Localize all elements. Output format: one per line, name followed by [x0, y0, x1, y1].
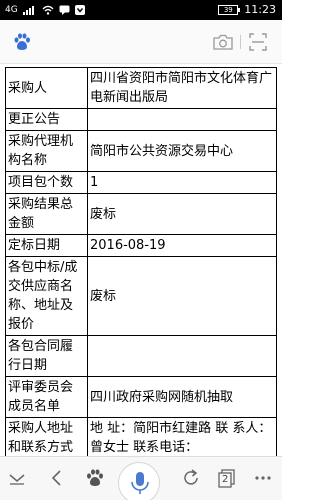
baidu-home-icon[interactable] — [84, 467, 106, 489]
row-value: 四川政府采购网随机抽取 — [87, 376, 277, 418]
row-value: 四川省资阳市简阳市文化体育广电新闻出版局 — [87, 67, 277, 109]
mic-icon — [131, 472, 149, 494]
table-row: 项目包个数 1 — [5, 171, 277, 194]
row-key: 采购代理机构名称 — [5, 130, 88, 172]
table-row: 采购结果总金额 废标 — [5, 193, 277, 235]
table-row: 更正公告 — [5, 108, 277, 131]
status-bar: 4G 39 11:23 — [0, 0, 282, 20]
browser-header — [0, 20, 282, 64]
row-key: 项目包个数 — [5, 171, 88, 194]
table-row: 定标日期 2016-08-19 — [5, 234, 277, 257]
clock: 11:23 — [244, 3, 276, 16]
row-value: 2016-08-19 — [87, 234, 277, 257]
row-value: 简阳市公共资源交易中心 — [87, 130, 277, 172]
menu-icon[interactable] — [252, 467, 274, 489]
table-row: 采购人地址和联系方式 地 址：简阳市红建路 联 系人： 曾女士 联系电话： — [5, 417, 277, 456]
collapse-icon[interactable] — [6, 467, 28, 489]
row-value: 废标 — [87, 193, 277, 235]
row-value: 地 址：简阳市红建路 联 系人： 曾女士 联系电话： — [87, 417, 277, 456]
table-row: 各包合同履行日期 — [5, 335, 277, 377]
battery-level: 39 — [223, 6, 233, 14]
page-content[interactable]: 采购人 四川省资阳市简阳市文化体育广电新闻出版局 更正公告 采购代理机构名称 简… — [0, 64, 282, 456]
camera-icon[interactable] — [212, 33, 234, 51]
table-row: 评审委员会成员名单 四川政府采购网随机抽取 — [5, 376, 277, 418]
table-row: 各包中标/成交供应商名称、地址及报价 废标 — [5, 256, 277, 336]
row-value — [87, 108, 277, 131]
tab-count: 2 — [222, 474, 229, 485]
tabs-button[interactable]: 2 — [216, 467, 238, 489]
row-value — [87, 335, 277, 377]
refresh-icon[interactable] — [180, 467, 202, 489]
row-key: 更正公告 — [5, 108, 88, 131]
app-notification-icon — [74, 5, 85, 15]
baidu-paw-icon[interactable] — [12, 32, 32, 52]
row-key: 评审委员会成员名单 — [5, 376, 88, 418]
header-divider — [240, 35, 241, 49]
row-key: 各包合同履行日期 — [5, 335, 88, 377]
signal-icon — [22, 6, 34, 15]
back-icon[interactable] — [46, 467, 68, 489]
scan-icon[interactable] — [248, 32, 268, 52]
table-row: 采购人 四川省资阳市简阳市文化体育广电新闻出版局 — [5, 67, 277, 109]
voice-search-button[interactable] — [118, 462, 160, 500]
wifi-icon — [42, 5, 54, 15]
battery-icon: 39 — [218, 5, 241, 15]
procurement-info-table: 采购人 四川省资阳市简阳市文化体育广电新闻出版局 更正公告 采购代理机构名称 简… — [5, 67, 277, 456]
row-key: 定标日期 — [5, 234, 88, 257]
row-value: 1 — [87, 171, 277, 194]
row-key: 采购结果总金额 — [5, 193, 88, 235]
row-key: 采购人地址和联系方式 — [5, 417, 88, 456]
network-type: 4G — [5, 5, 18, 15]
row-key: 采购人 — [5, 67, 88, 109]
row-key: 各包中标/成交供应商名称、地址及报价 — [5, 256, 88, 336]
row-value: 废标 — [87, 256, 277, 336]
table-row: 采购代理机构名称 简阳市公共资源交易中心 — [5, 130, 277, 172]
message-icon — [59, 5, 70, 15]
